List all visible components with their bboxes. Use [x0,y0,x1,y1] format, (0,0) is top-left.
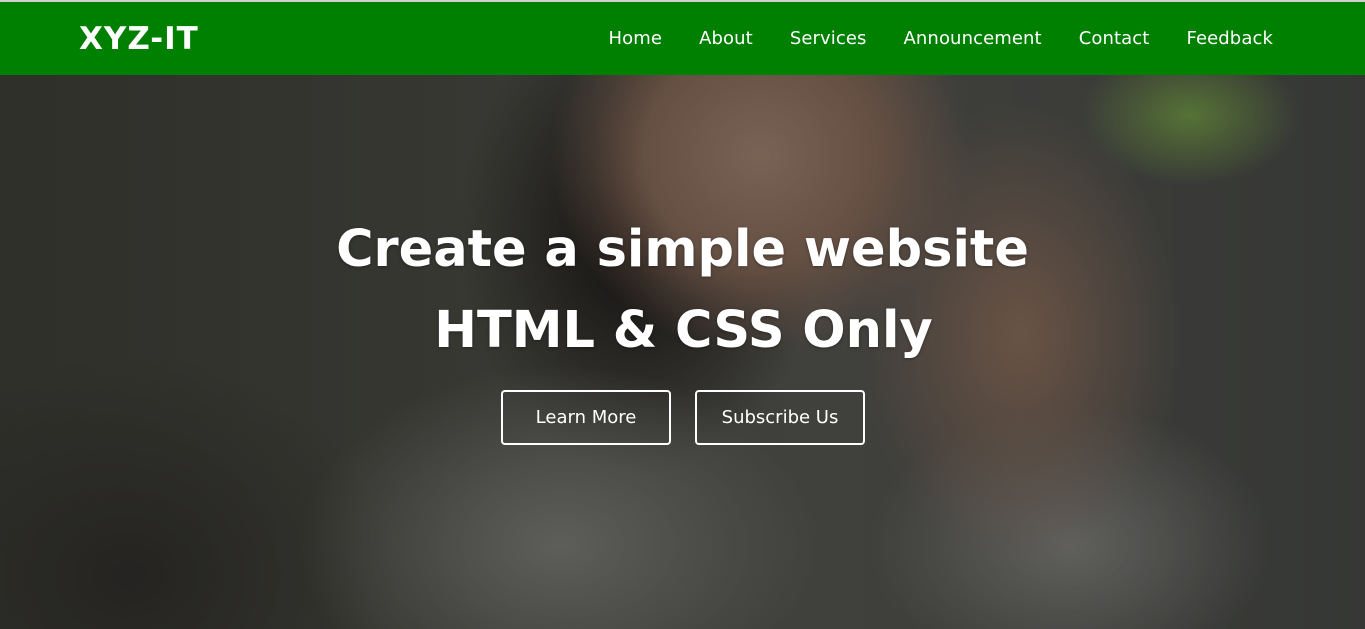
navbar: XYZ-IT Home About Services Announcement … [0,2,1365,75]
nav-about-link[interactable]: About [699,28,753,49]
hero-title-line2: HTML & CSS Only [434,301,933,360]
hero-title-line1: Create a simple website [336,220,1029,279]
nav-home-link[interactable]: Home [609,28,663,49]
site-logo[interactable]: XYZ-IT [79,19,199,59]
learn-more-button[interactable]: Learn More [501,390,671,445]
nav-feedback-link[interactable]: Feedback [1186,28,1273,49]
nav-announcement-link[interactable]: Announcement [904,28,1042,49]
hero-section: Create a simple website HTML & CSS Only … [0,75,1365,629]
nav-contact-link[interactable]: Contact [1079,28,1150,49]
subscribe-button[interactable]: Subscribe Us [695,390,865,445]
main-nav: Home About Services Announcement Contact… [609,2,1273,75]
nav-services-link[interactable]: Services [790,28,867,49]
